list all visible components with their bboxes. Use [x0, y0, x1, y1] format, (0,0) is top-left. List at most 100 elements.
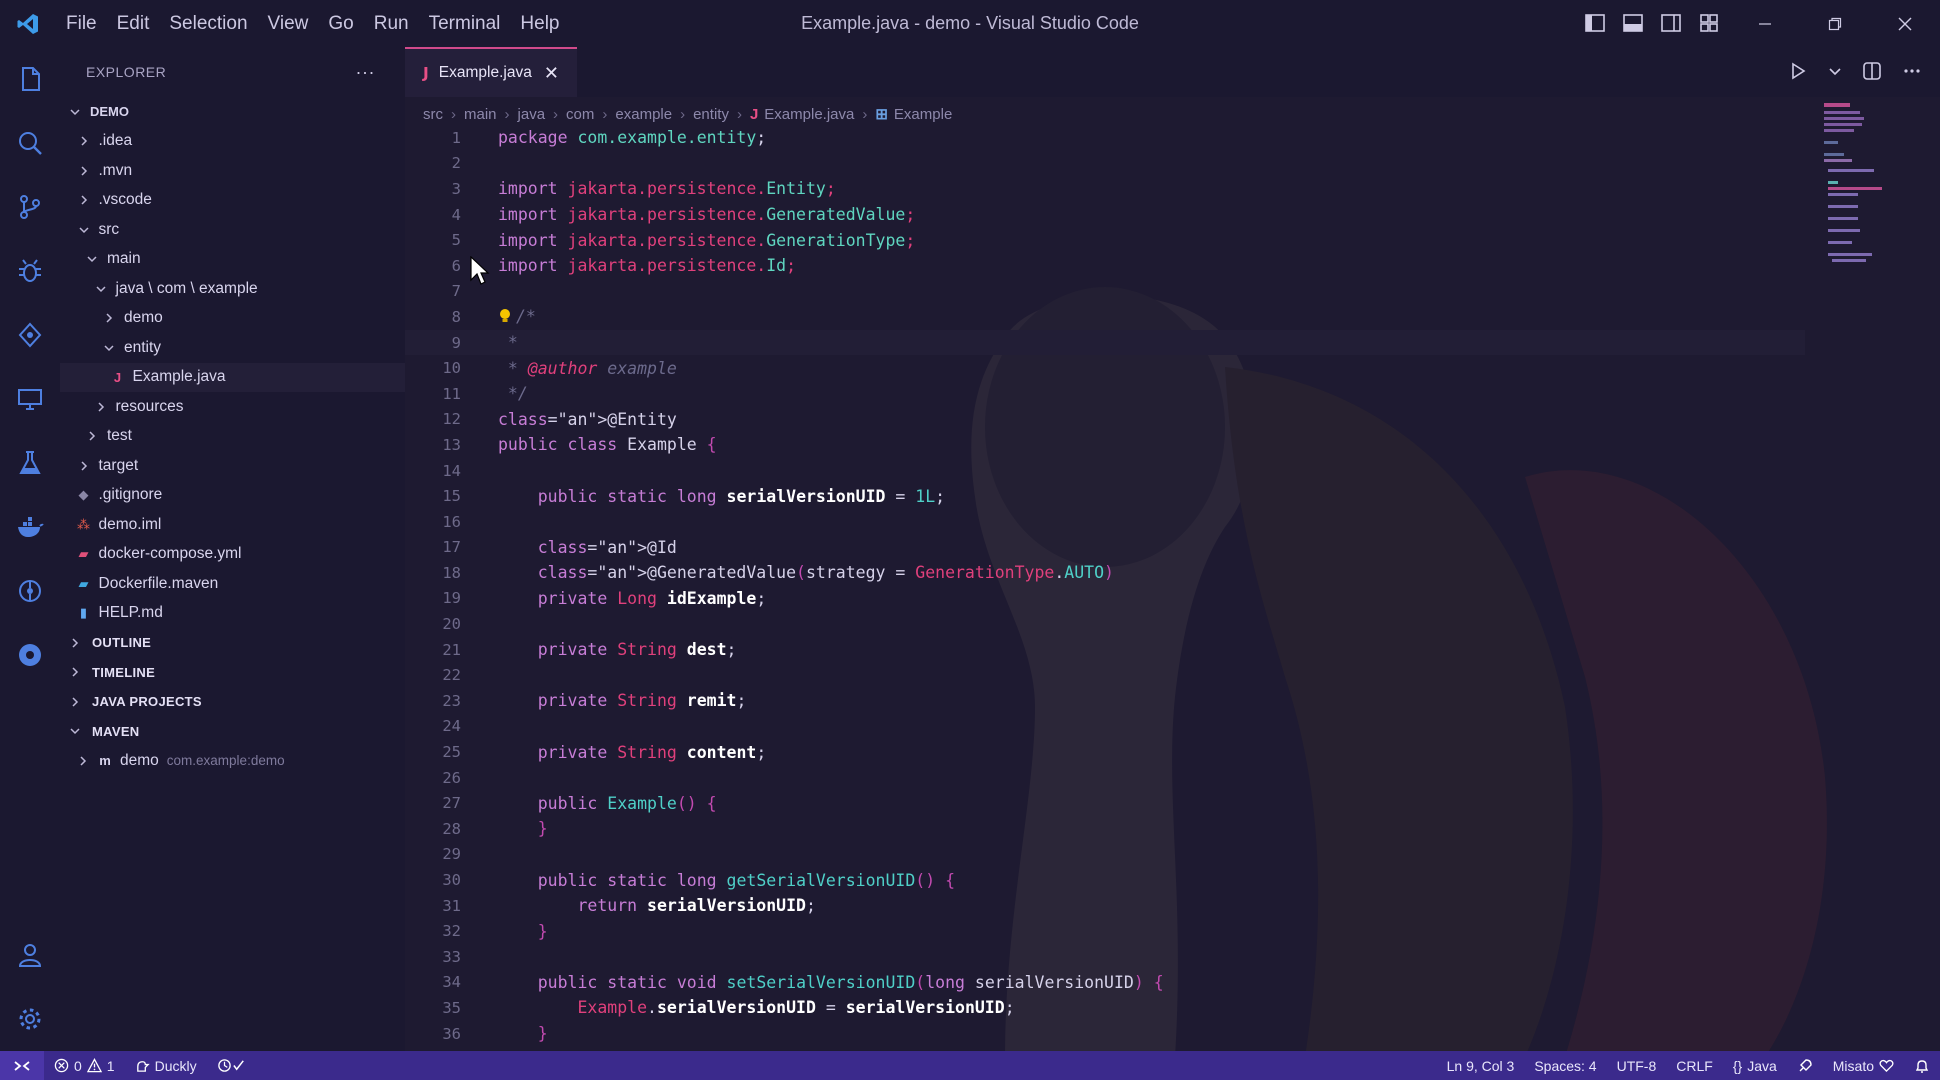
file-example-java[interactable]: J Example.java	[60, 362, 405, 392]
breadcrumb-item[interactable]: main	[464, 106, 497, 123]
code-line[interactable]: 29	[405, 842, 1805, 868]
code-line[interactable]: 10 * @author example	[405, 355, 1805, 381]
minimap[interactable]	[1820, 101, 1900, 271]
section-java-projects[interactable]: JAVA PROJECTS	[60, 687, 405, 717]
folder-mvn[interactable]: .mvn	[60, 156, 405, 186]
maven-project-demo[interactable]: m demo com.example:demo	[60, 746, 405, 776]
explorer-icon[interactable]	[0, 47, 60, 111]
breadcrumb-item[interactable]: Example	[894, 106, 952, 123]
remote-explorer-icon[interactable]	[0, 303, 60, 367]
code-line[interactable]: 11 */	[405, 381, 1805, 407]
line-endings[interactable]: CRLF	[1666, 1058, 1723, 1074]
code-line[interactable]: 23 private String remit;	[405, 688, 1805, 714]
workspace-root-demo[interactable]: DEMO	[60, 97, 405, 127]
code-line[interactable]: 7	[405, 279, 1805, 305]
gear-icon[interactable]	[0, 987, 60, 1051]
explorer-more-button[interactable]: ···	[356, 62, 375, 83]
file-gitignore[interactable]: ◆ .gitignore	[60, 481, 405, 511]
breadcrumb-item[interactable]: entity	[693, 106, 729, 123]
breadcrumb-item[interactable]: example	[615, 106, 672, 123]
docker-icon[interactable]	[0, 495, 60, 559]
breadcrumb-item[interactable]: java	[518, 106, 546, 123]
run-java-icon[interactable]	[1788, 61, 1808, 81]
code-line[interactable]: 13 public class Example {	[405, 432, 1805, 458]
code-line[interactable]: 8 /*	[405, 304, 1805, 330]
code-line[interactable]: 17 class="an">@Id	[405, 535, 1805, 561]
folder-java-com-example[interactable]: java \ com \ example	[60, 274, 405, 304]
language-mode[interactable]: {} Java	[1723, 1058, 1787, 1074]
source-control-icon[interactable]	[0, 175, 60, 239]
file-demo-iml[interactable]: ⁂ demo.iml	[60, 510, 405, 540]
file-docker-compose-yml[interactable]: ▰ docker-compose.yml	[60, 540, 405, 570]
code-line[interactable]: 16	[405, 509, 1805, 535]
menu-file[interactable]: File	[56, 13, 107, 35]
extensions-icon[interactable]	[0, 623, 60, 687]
remote-indicator-icon[interactable]	[0, 1051, 44, 1080]
folder-test[interactable]: test	[60, 422, 405, 452]
code-editor[interactable]: 1 package com.example.entity; 2 3 import jak…	[405, 125, 1805, 1046]
folder-demo[interactable]: demo	[60, 304, 405, 334]
toggle-primary-sidebar-icon[interactable]	[1584, 12, 1606, 34]
lightbulb-icon[interactable]	[498, 307, 516, 326]
code-line[interactable]: 25 private String content;	[405, 739, 1805, 765]
code-line[interactable]: 3 import jakarta.persistence.Entity;	[405, 176, 1805, 202]
breadcrumb-item[interactable]: com	[566, 106, 594, 123]
menu-go[interactable]: Go	[318, 13, 363, 35]
code-line[interactable]: 36 }	[405, 1021, 1805, 1047]
live-share-status[interactable]	[207, 1058, 257, 1073]
code-line[interactable]: 1 package com.example.entity;	[405, 125, 1805, 151]
menu-run[interactable]: Run	[364, 13, 419, 35]
code-line[interactable]: 2	[405, 151, 1805, 177]
folder-idea[interactable]: .idea	[60, 127, 405, 157]
remote-screen-icon[interactable]	[0, 367, 60, 431]
code-line[interactable]: 18 class="an">@GeneratedValue(strategy =…	[405, 560, 1805, 586]
menu-edit[interactable]: Edit	[107, 13, 160, 35]
code-line[interactable]: 26	[405, 765, 1805, 791]
file-dockerfile-maven[interactable]: ▰ Dockerfile.maven	[60, 569, 405, 599]
code-line[interactable]: 34 public static void setSerialVersionUI…	[405, 970, 1805, 996]
notifications-icon[interactable]	[1904, 1058, 1940, 1074]
tab-close-icon[interactable]: ✕	[544, 63, 559, 84]
code-line[interactable]: 27 public Example() {	[405, 790, 1805, 816]
gitlens-icon[interactable]	[0, 559, 60, 623]
toggle-secondary-sidebar-icon[interactable]	[1660, 12, 1682, 34]
code-line[interactable]: 31 return serialVersionUID;	[405, 893, 1805, 919]
debug-icon[interactable]	[0, 239, 60, 303]
breadcrumb-item[interactable]: src	[423, 106, 443, 123]
menu-view[interactable]: View	[258, 13, 319, 35]
encoding[interactable]: UTF-8	[1607, 1058, 1667, 1074]
indentation[interactable]: Spaces: 4	[1524, 1058, 1606, 1074]
menu-help[interactable]: Help	[510, 13, 569, 35]
folder-resources[interactable]: resources	[60, 392, 405, 422]
code-line[interactable]: 19 private Long idExample;	[405, 586, 1805, 612]
close-window-button[interactable]	[1870, 0, 1940, 47]
folder-entity[interactable]: entity	[60, 333, 405, 363]
theme-indicator[interactable]: Misato	[1823, 1058, 1904, 1074]
code-line[interactable]: 30 public static long getSerialVersionUI…	[405, 867, 1805, 893]
testing-icon[interactable]	[0, 431, 60, 495]
menu-selection[interactable]: Selection	[159, 13, 257, 35]
code-line[interactable]: 21 private String dest;	[405, 637, 1805, 663]
code-line[interactable]: 22	[405, 662, 1805, 688]
code-line[interactable]: 5 import jakarta.persistence.GenerationTy…	[405, 227, 1805, 253]
folder-vscode[interactable]: .vscode	[60, 186, 405, 216]
section-maven[interactable]: MAVEN	[60, 717, 405, 747]
code-line[interactable]: 24	[405, 714, 1805, 740]
code-line[interactable]: 12 class="an">@Entity	[405, 407, 1805, 433]
restore-button[interactable]	[1800, 0, 1870, 47]
customize-layout-icon[interactable]	[1698, 12, 1720, 34]
cursor-position[interactable]: Ln 9, Col 3	[1437, 1058, 1525, 1074]
code-line[interactable]: 15 public static long serialVersionUID =…	[405, 483, 1805, 509]
code-line[interactable]: 32 }	[405, 918, 1805, 944]
code-line[interactable]: 9 *	[405, 329, 1805, 356]
search-icon[interactable]	[0, 111, 60, 175]
breadcrumb-item[interactable]: Example.java	[764, 106, 854, 123]
menu-terminal[interactable]: Terminal	[419, 13, 511, 35]
file-help-md[interactable]: ▮ HELP.md	[60, 599, 405, 629]
run-dropdown-icon[interactable]	[1828, 61, 1842, 81]
minimize-button[interactable]	[1730, 0, 1800, 47]
code-line[interactable]: 4 import jakarta.persistence.GeneratedVal…	[405, 202, 1805, 228]
code-line[interactable]: 6 import jakarta.persistence.Id;	[405, 253, 1805, 279]
duckly-profile[interactable]: Duckly	[125, 1058, 207, 1074]
folder-src[interactable]: src	[60, 215, 405, 245]
